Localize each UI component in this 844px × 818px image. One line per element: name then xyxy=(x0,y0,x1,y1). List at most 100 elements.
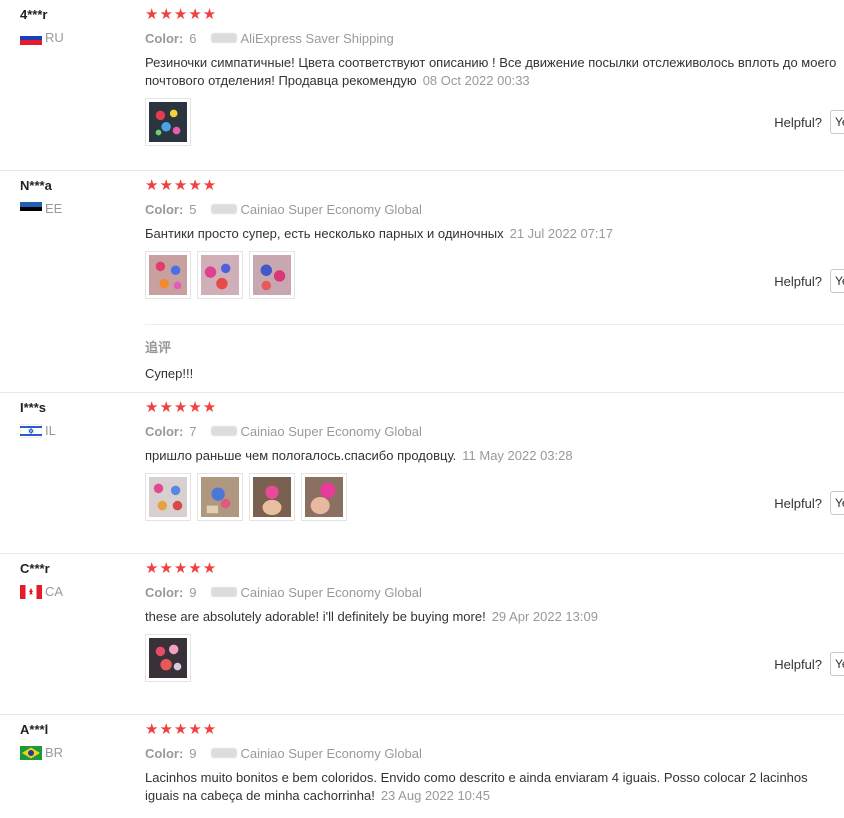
country-code: CA xyxy=(45,584,64,599)
star-rating: ★★★★★ xyxy=(145,721,218,738)
review-image-thumbnail[interactable] xyxy=(145,98,191,146)
reviewer-info: A***l BR xyxy=(20,721,63,760)
helpful-label: Helpful? xyxy=(774,656,822,672)
helpful-yes-button[interactable]: Yes xyxy=(830,491,844,515)
review-images xyxy=(145,473,844,521)
review-content: ★★★★★ Color: 7 Cainiao Super Economy Glo… xyxy=(145,399,844,521)
helpful-label: Helpful? xyxy=(774,273,822,289)
review-images xyxy=(145,251,844,299)
review-image-thumbnail[interactable] xyxy=(145,473,191,521)
review-date: 29 Apr 2022 13:09 xyxy=(491,609,598,624)
additional-review-title: 追评 xyxy=(145,340,172,355)
review-image-thumbnail[interactable] xyxy=(145,251,191,299)
shipping-logo-icon xyxy=(210,748,237,758)
review-text-block: Бантики просто супер, есть несколько пар… xyxy=(145,225,844,243)
additional-review-text: Супер!!! xyxy=(145,366,194,381)
review-text: Бантики просто супер, есть несколько пар… xyxy=(145,226,504,241)
reviewer-info: C***r CA xyxy=(20,560,63,599)
helpful-yes-button[interactable]: Yes xyxy=(830,652,844,676)
reviewer-country: RU xyxy=(20,30,64,45)
country-code: IL xyxy=(45,423,56,438)
review-text: пришло раньше чем пологалось.спасибо про… xyxy=(145,448,457,463)
shipping-method: Cainiao Super Economy Global xyxy=(240,201,422,217)
review-item: N***a EE ★★★★★ Color: 5 Cainiao Super Ec… xyxy=(0,171,844,393)
reviewer-country: EE xyxy=(20,201,62,216)
review-image-thumbnail[interactable] xyxy=(197,251,243,299)
review-date: 11 May 2022 03:28 xyxy=(462,448,573,463)
reviewer-name: N***a xyxy=(20,178,52,193)
review-item: C***r CA ★★★★★ Color: 9 Cainiao Super Ec… xyxy=(0,554,844,715)
russia-flag-icon xyxy=(20,30,42,45)
sku-info: Color: 5 Cainiao Super Economy Global xyxy=(145,201,844,217)
color-value: 9 xyxy=(189,584,197,600)
country-code: RU xyxy=(45,30,64,45)
helpful-yes-button[interactable]: Yes xyxy=(830,269,844,293)
canada-flag-icon xyxy=(20,584,42,599)
shipping-method: Cainiao Super Economy Global xyxy=(240,584,422,600)
sku-info: Color: 9 Cainiao Super Economy Global xyxy=(145,584,844,600)
shipping-logo-icon xyxy=(210,587,237,597)
reviewer-info: N***a EE xyxy=(20,177,62,216)
review-content: ★★★★★ Color: 9 Cainiao Super Economy Glo… xyxy=(145,560,844,682)
shipping-method: AliExpress Saver Shipping xyxy=(240,30,394,46)
review-text-block: Резиночки симпатичные! Цвета соответству… xyxy=(145,54,844,90)
shipping-logo-icon xyxy=(210,426,237,436)
shipping-logo-icon xyxy=(210,204,237,214)
review-content: ★★★★★ Color: 9 Cainiao Super Economy Glo… xyxy=(145,721,844,805)
color-label: Color: xyxy=(145,30,184,46)
sku-info: Color: 6 AliExpress Saver Shipping xyxy=(145,30,844,46)
color-label: Color: xyxy=(145,423,184,439)
reviewer-country: IL xyxy=(20,423,56,438)
color-label: Color: xyxy=(145,201,184,217)
color-label: Color: xyxy=(145,584,184,600)
additional-review: 追评 Супер!!! xyxy=(145,324,844,381)
color-value: 5 xyxy=(189,201,197,217)
review-image-thumbnail[interactable] xyxy=(301,473,347,521)
color-value: 9 xyxy=(189,745,197,761)
color-value: 7 xyxy=(189,423,197,439)
review-images xyxy=(145,634,844,682)
review-date: 23 Aug 2022 10:45 xyxy=(380,788,490,803)
reviewer-name: 4***r xyxy=(20,7,48,22)
star-rating: ★★★★★ xyxy=(145,560,218,577)
review-content: ★★★★★ Color: 6 AliExpress Saver Shipping… xyxy=(145,6,844,146)
country-code: BR xyxy=(45,745,64,760)
review-date: 21 Jul 2022 07:17 xyxy=(509,226,613,241)
review-images xyxy=(145,98,844,146)
reviewer-name: A***l xyxy=(20,722,49,737)
review-image-thumbnail[interactable] xyxy=(197,473,243,521)
shipping-method: Cainiao Super Economy Global xyxy=(240,745,422,761)
color-label: Color: xyxy=(145,745,184,761)
reviewer-info: I***s IL xyxy=(20,399,56,438)
color-value: 6 xyxy=(189,30,197,46)
star-rating: ★★★★★ xyxy=(145,177,218,194)
sku-info: Color: 9 Cainiao Super Economy Global xyxy=(145,745,844,761)
star-rating: ★★★★★ xyxy=(145,399,218,416)
reviewer-info: 4***r RU xyxy=(20,6,64,45)
helpful-section: Helpful? Yes xyxy=(774,110,844,134)
shipping-method: Cainiao Super Economy Global xyxy=(240,423,422,439)
reviewer-name: C***r xyxy=(20,561,50,576)
review-text-block: Lacinhos muito bonitos e bem coloridos. … xyxy=(145,769,844,805)
review-text-block: пришло раньше чем пологалось.спасибо про… xyxy=(145,447,844,465)
review-text-block: these are absolutely adorable! i'll defi… xyxy=(145,608,844,626)
country-code: EE xyxy=(45,201,63,216)
review-item: I***s IL ★★★★★ Color: 7 Cainiao Super Ec… xyxy=(0,393,844,554)
shipping-logo-icon xyxy=(210,33,237,43)
helpful-label: Helpful? xyxy=(774,114,822,130)
estonia-flag-icon xyxy=(20,201,42,216)
review-image-thumbnail[interactable] xyxy=(249,473,295,521)
reviewer-country: CA xyxy=(20,584,63,599)
review-image-thumbnail[interactable] xyxy=(249,251,295,299)
helpful-section: Helpful? Yes xyxy=(774,652,844,676)
review-date: 08 Oct 2022 00:33 xyxy=(422,73,530,88)
review-text: these are absolutely adorable! i'll defi… xyxy=(145,609,486,624)
review-item: A***l BR ★★★★★ Color: 9 Cainiao Super Ec… xyxy=(0,715,844,818)
review-image-thumbnail[interactable] xyxy=(145,634,191,682)
star-rating: ★★★★★ xyxy=(145,6,218,23)
helpful-section: Helpful? Yes xyxy=(774,491,844,515)
review-item: 4***r RU ★★★★★ Color: 6 AliExpress Saver… xyxy=(0,0,844,171)
helpful-section: Helpful? Yes xyxy=(774,269,844,293)
helpful-yes-button[interactable]: Yes xyxy=(830,110,844,134)
israel-flag-icon xyxy=(20,423,42,438)
